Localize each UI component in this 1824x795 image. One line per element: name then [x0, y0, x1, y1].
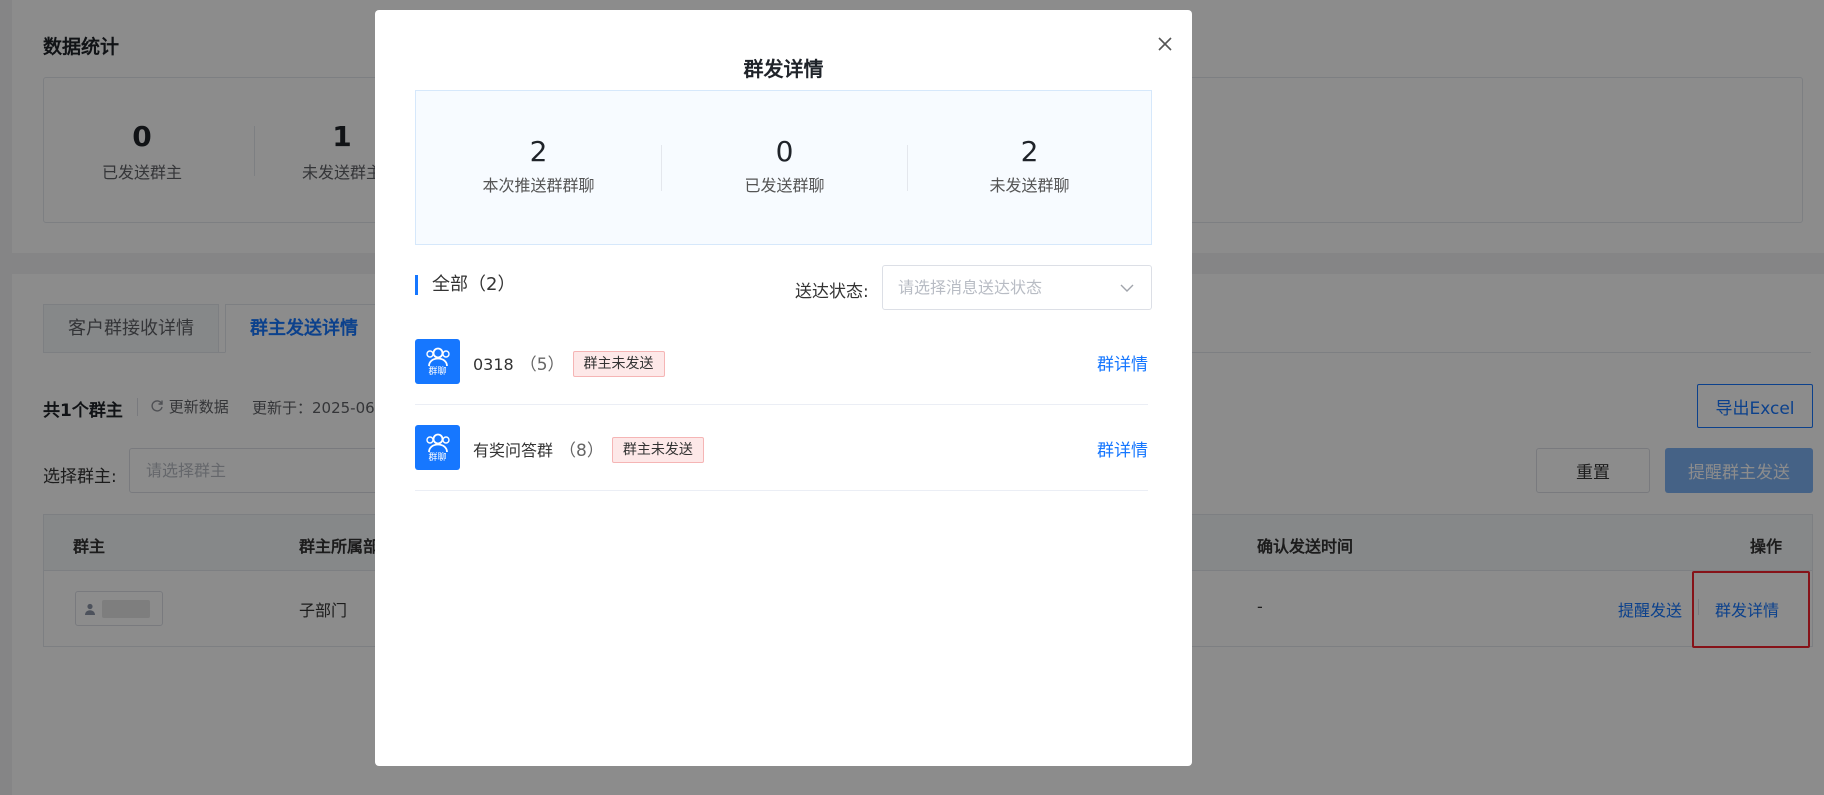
status-placeholder: 请选择消息送达状态 [898, 278, 1043, 297]
dialog-title: 群发详情 [743, 57, 824, 81]
group-name: 有奖问答群 [473, 441, 554, 460]
stat-value: 2 [529, 135, 548, 168]
stat-label: 已发送群聊 [744, 176, 825, 195]
group-detail-link[interactable]: 群详情 [1097, 436, 1148, 461]
stat-sent-groups: 0 已发送群聊 [662, 91, 907, 196]
dialog-stats-panel: 2 本次推送群群聊 0 已发送群聊 2 未发送群聊 [415, 90, 1152, 245]
stat-value: 2 [1020, 135, 1039, 168]
close-button[interactable] [1151, 30, 1179, 58]
filter-row: 全部（2） 送达状态: 请选择消息送达状态 [415, 265, 1152, 311]
stat-value: 0 [775, 135, 794, 168]
stat-pushed-groups: 2 本次推送群群聊 [416, 91, 661, 196]
group-people-icon [425, 347, 450, 366]
avatar-caption: 群聊 [428, 366, 447, 377]
delivery-status-select[interactable]: 请选择消息送达状态 [882, 265, 1152, 310]
group-member-count: （5） [519, 355, 565, 375]
all-groups-label: 全部（2） [415, 275, 515, 295]
group-member-count: （8） [559, 441, 604, 461]
close-icon [1158, 37, 1172, 51]
status-badge: 群主未发送 [572, 350, 665, 377]
delivery-status-label: 送达状态: [795, 282, 869, 302]
group-people-icon [425, 433, 450, 452]
group-name: 0318 [473, 355, 514, 374]
chevron-down-icon [1120, 284, 1134, 292]
stat-label: 未发送群聊 [989, 176, 1070, 195]
group-chat-avatar: 群聊 [415, 339, 460, 384]
group-name-line: 有奖问答群 （8） 群主未发送 [473, 436, 704, 465]
avatar-caption: 群聊 [428, 452, 447, 463]
group-detail-link[interactable]: 群详情 [1097, 350, 1148, 375]
group-chat-avatar: 群聊 [415, 425, 460, 470]
list-item: 群聊 0318 （5） 群主未发送 群详情 [415, 319, 1148, 405]
group-name-line: 0318 （5） 群主未发送 [473, 350, 665, 379]
status-badge: 群主未发送 [611, 436, 704, 463]
stat-label: 本次推送群群聊 [482, 176, 595, 195]
list-item: 群聊 有奖问答群 （8） 群主未发送 群详情 [415, 405, 1148, 491]
group-send-detail-dialog: 群发详情 2 本次推送群群聊 0 已发送群聊 2 未发送群聊 全部（2） 送达状… [375, 10, 1192, 766]
stat-unsent-groups: 2 未发送群聊 [907, 91, 1152, 196]
